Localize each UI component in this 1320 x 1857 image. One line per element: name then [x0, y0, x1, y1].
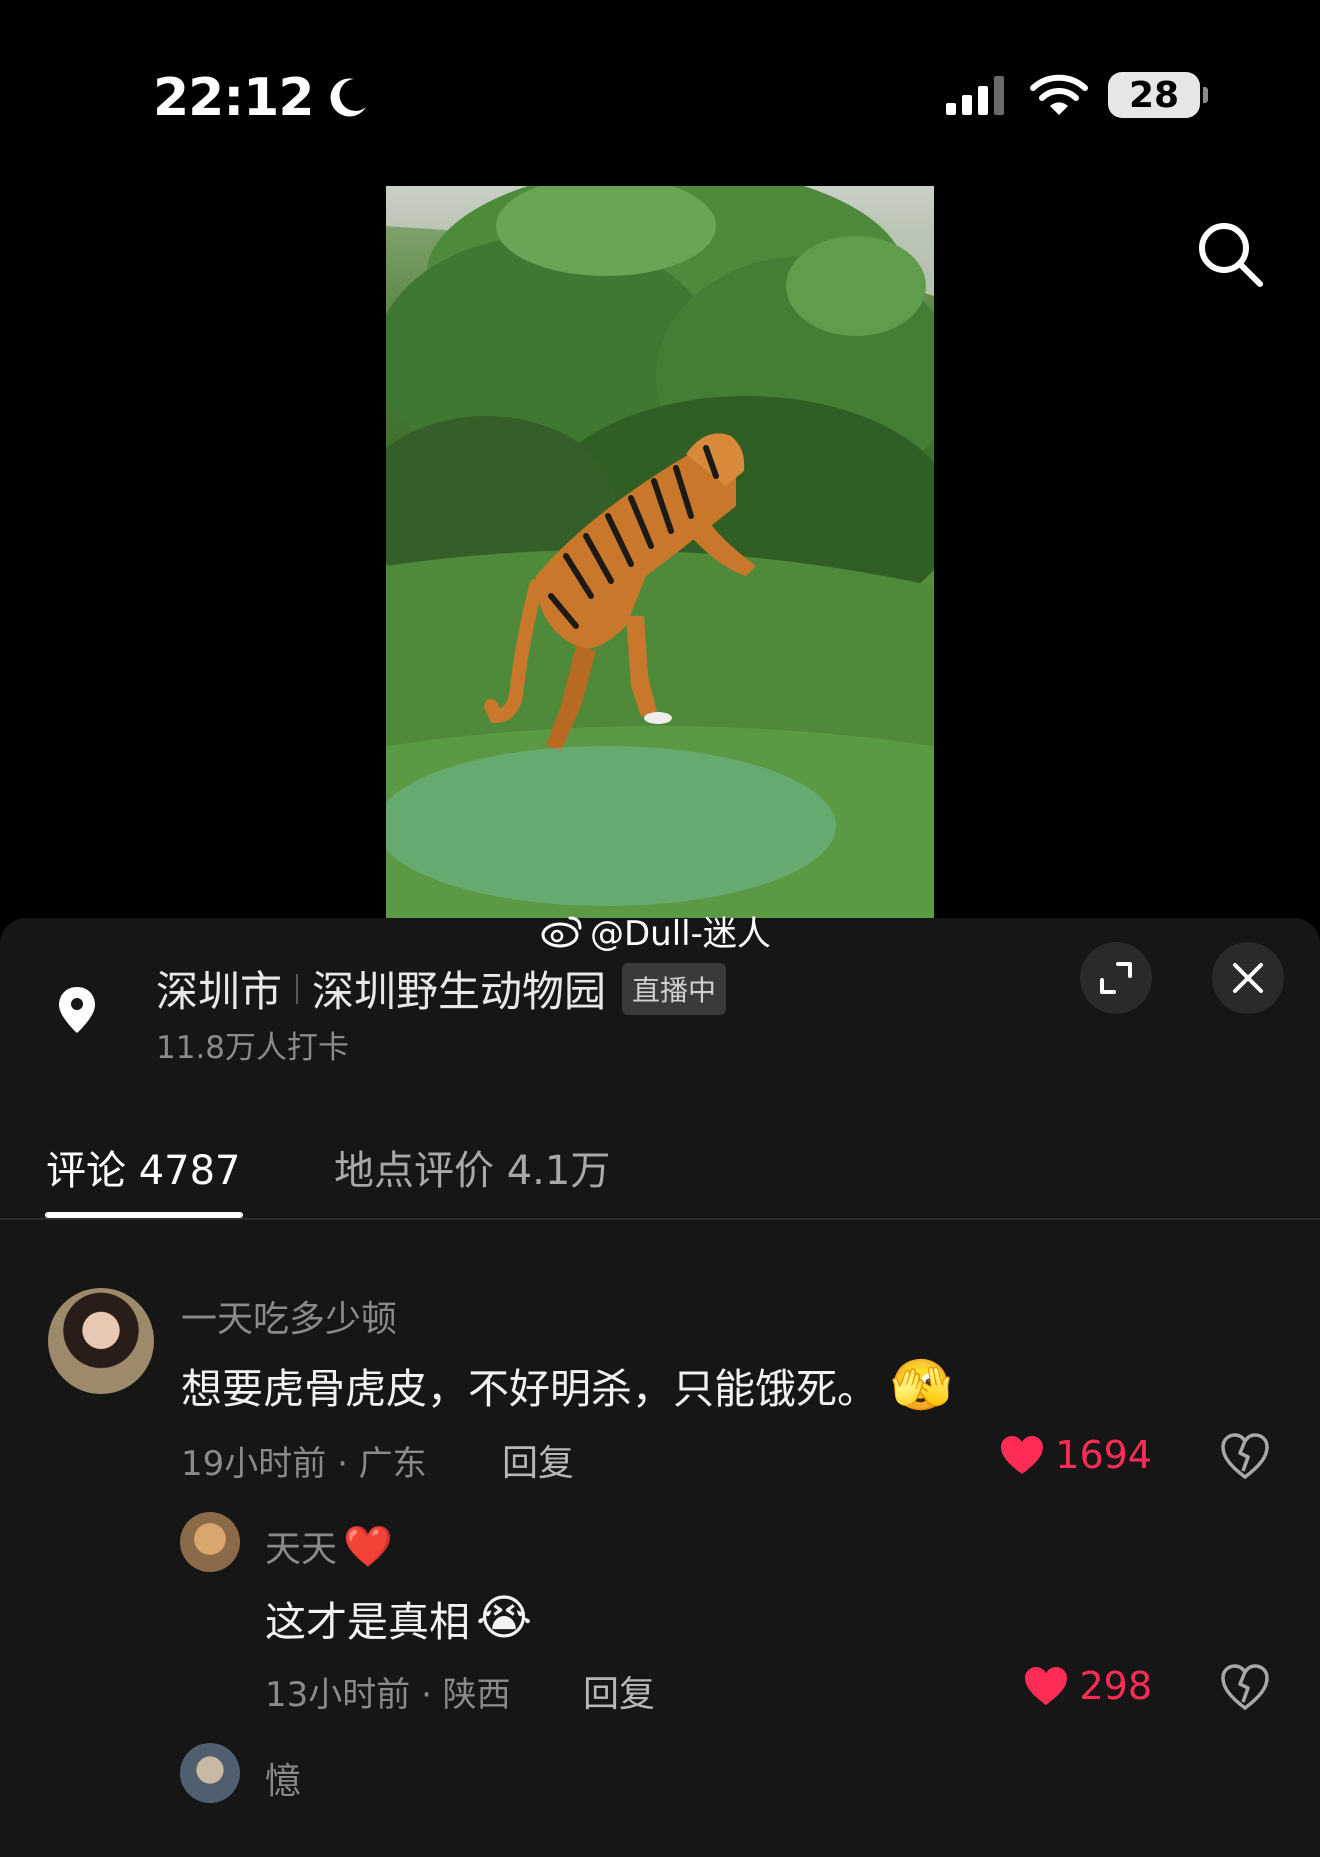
comment-username[interactable]: 天天 ❤️	[265, 1520, 393, 1572]
dislike-icon[interactable]	[1220, 1662, 1270, 1712]
close-button[interactable]	[1212, 942, 1284, 1014]
moon-icon	[330, 78, 366, 117]
tiger-scene-image	[386, 186, 934, 918]
comment-username[interactable]: 憶	[265, 1752, 301, 1804]
heart-icon	[1001, 1436, 1044, 1474]
like-button[interactable]: 298	[1023, 1664, 1152, 1708]
comment-text: 这才是真相 😭	[265, 1588, 532, 1648]
reply-button[interactable]: 回复	[502, 1434, 574, 1486]
expand-button[interactable]	[1080, 942, 1152, 1014]
comment-text: 想要虎骨虎皮，不好明杀，只能饿死。 🫣	[181, 1355, 952, 1415]
comment-body: 这才是真相	[265, 1598, 470, 1646]
expand-icon	[1100, 962, 1132, 994]
close-icon	[1233, 963, 1263, 993]
like-count: 1694	[1055, 1433, 1152, 1477]
heart-icon	[1025, 1667, 1068, 1705]
comment-body: 想要虎骨虎皮，不好明杀，只能饿死。	[181, 1365, 878, 1413]
tab-location-reviews[interactable]: 地点评价 4.1万	[334, 1138, 610, 1196]
live-badge[interactable]: 直播中	[622, 962, 727, 1015]
status-icons: 28	[944, 72, 1208, 118]
battery-indicator: 28	[1108, 72, 1208, 118]
search-icon[interactable]	[1194, 218, 1266, 290]
crying-emoji-icon: 😭	[476, 1590, 533, 1646]
active-tab-indicator	[45, 1212, 243, 1218]
dislike-icon[interactable]	[1220, 1431, 1270, 1481]
like-button[interactable]: 1694	[999, 1433, 1152, 1477]
comment-meta: 13小时前 · 陕西	[265, 1675, 511, 1715]
watermark-text: @Dull-迷人	[590, 914, 771, 954]
peek-emoji-icon: 🫣	[890, 1355, 953, 1414]
wifi-icon	[1030, 74, 1088, 115]
weibo-icon	[541, 916, 582, 947]
comment-meta: 19小时前 · 广东	[181, 1444, 427, 1484]
avatar[interactable]	[48, 1288, 154, 1394]
status-time: 22:12	[153, 68, 370, 128]
location-separator	[296, 973, 299, 1004]
avatar[interactable]	[180, 1743, 240, 1803]
video-player[interactable]	[386, 186, 934, 918]
location-title[interactable]: 深圳市 深圳野生动物园 直播中	[156, 958, 727, 1019]
weibo-watermark: @Dull-迷人	[540, 906, 771, 955]
tab-comments[interactable]: 评论 4787	[46, 1138, 241, 1196]
location-city[interactable]: 深圳市	[156, 958, 282, 1019]
reply-button[interactable]: 回复	[583, 1665, 655, 1717]
comment-username[interactable]: 一天吃多少顿	[181, 1290, 397, 1342]
status-time-text: 22:12	[153, 68, 315, 128]
tab-bar: 评论 4787 地点评价 4.1万	[0, 1130, 1320, 1220]
like-count: 298	[1079, 1664, 1152, 1708]
avatar[interactable]	[180, 1512, 240, 1572]
location-pin-icon	[59, 987, 95, 1033]
signal-icon	[946, 76, 1004, 115]
battery-level: 28	[1128, 74, 1180, 116]
location-place[interactable]: 深圳野生动物园	[312, 958, 606, 1019]
red-heart-emoji-icon: ❤️	[343, 1523, 393, 1570]
location-checkins: 11.8万人打卡	[156, 1030, 350, 1066]
comment-username-text[interactable]: 天天	[265, 1520, 337, 1572]
